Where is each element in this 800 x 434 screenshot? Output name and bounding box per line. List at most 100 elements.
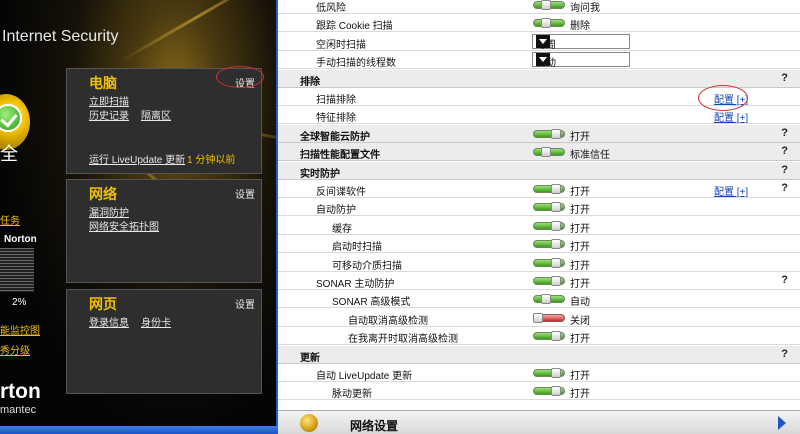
setting-toggle[interactable] xyxy=(533,312,565,323)
settings-section-header: 扫描性能配置文件 标准信任? xyxy=(278,143,800,162)
settings-row: 自动取消高级检测 关闭 xyxy=(278,308,800,327)
setting-toggle[interactable] xyxy=(533,184,565,194)
setting-value: 打开 xyxy=(570,205,590,217)
highlight-circle xyxy=(698,85,748,111)
globe-icon xyxy=(300,414,318,432)
web-settings-link[interactable]: 设置 xyxy=(235,296,255,311)
setting-toggle[interactable] xyxy=(533,0,565,10)
settings-row: 手动扫描的线程数 自动 xyxy=(278,51,800,70)
cpu-percent: 2% xyxy=(12,297,27,308)
setting-toggle[interactable] xyxy=(533,128,565,139)
settings-row: SONAR 高级模式 自动 xyxy=(278,290,800,309)
setting-label: 扫描性能配置文件 xyxy=(300,150,380,162)
network-box-title: 网络 xyxy=(89,186,117,202)
performance-meter xyxy=(0,248,34,292)
toggle-knob xyxy=(541,147,551,158)
setting-toggle[interactable] xyxy=(533,331,565,342)
setting-label: 脉动更新 xyxy=(332,389,372,401)
setting-value: 打开 xyxy=(570,260,590,272)
quarantine-link[interactable]: 隔离区 xyxy=(141,107,171,122)
settings-row: 自动 LiveUpdate 更新 打开 xyxy=(278,364,800,382)
setting-toggle[interactable] xyxy=(533,386,565,397)
settings-row: SONAR 主动防护 打开? xyxy=(278,272,800,290)
live-update-link[interactable]: 运行 LiveUpdate 更新 xyxy=(89,151,185,166)
setting-dropdown[interactable]: 自动 xyxy=(532,52,630,69)
setting-label: 自动防护 xyxy=(316,205,356,217)
toggle-knob xyxy=(551,276,561,286)
app-title: Internet Security xyxy=(2,28,119,45)
help-icon[interactable]: ? xyxy=(781,72,788,84)
setting-label: 缓存 xyxy=(332,223,352,235)
login-info-link[interactable]: 登录信息 xyxy=(89,314,129,329)
setting-label: 在我离开时取消高级检测 xyxy=(348,334,458,346)
setting-value: 询问我 xyxy=(570,3,600,14)
setting-toggle[interactable] xyxy=(533,368,565,378)
setting-label: SONAR 高级模式 xyxy=(332,297,411,309)
toggle-knob xyxy=(551,128,561,139)
setting-toggle[interactable] xyxy=(533,294,565,305)
setting-toggle[interactable] xyxy=(533,147,565,158)
setting-value: 打开 xyxy=(570,131,590,143)
setting-toggle[interactable] xyxy=(533,18,565,29)
history-link[interactable]: 历史记录 xyxy=(89,107,129,122)
taskbar xyxy=(0,426,278,434)
toggle-knob xyxy=(551,184,561,194)
rating-link[interactable]: 秀分级 xyxy=(0,342,30,357)
help-icon[interactable]: ? xyxy=(781,274,788,286)
check-icon xyxy=(0,104,22,132)
setting-value: 打开 xyxy=(570,334,590,346)
chevron-down-icon[interactable] xyxy=(536,53,550,67)
settings-row: 跟踪 Cookie 扫描 删除 xyxy=(278,14,800,33)
setting-value: 打开 xyxy=(570,187,590,198)
help-icon[interactable]: ? xyxy=(781,164,788,176)
norton-logo: rton xyxy=(0,380,41,403)
settings-section-header: 实时防护? xyxy=(278,161,800,180)
setting-toggle[interactable] xyxy=(533,239,565,250)
setting-label: 特征排除 xyxy=(316,113,356,125)
settings-row: 空闲时扫描 每周 xyxy=(278,32,800,51)
settings-row: 低风险 询问我 xyxy=(278,0,800,14)
expand-arrow-icon[interactable] xyxy=(778,416,786,430)
setting-value: 打开 xyxy=(570,279,590,290)
setting-label: 可移动介质扫描 xyxy=(332,260,402,272)
setting-label: 反间谍软件 xyxy=(316,187,366,198)
task-link[interactable]: 任务 xyxy=(0,212,20,227)
network-settings-link[interactable]: 设置 xyxy=(235,186,255,201)
setting-value: 自动 xyxy=(570,297,590,309)
setting-toggle[interactable] xyxy=(533,202,565,213)
network-settings-bar[interactable]: 网络设置 xyxy=(278,410,800,434)
help-icon[interactable]: ? xyxy=(781,145,788,157)
light-ray xyxy=(119,0,276,63)
settings-row: 可移动介质扫描 打开 xyxy=(278,253,800,272)
configure-link[interactable]: 配置 [+] xyxy=(714,109,748,124)
pc-box-title: 电脑 xyxy=(89,75,117,91)
setting-toggle[interactable] xyxy=(533,257,565,268)
setting-label: 更新 xyxy=(300,352,320,364)
help-icon[interactable]: ? xyxy=(781,127,788,139)
performance-graph-link[interactable]: 能监控图 xyxy=(0,322,40,337)
setting-label: 跟踪 Cookie 扫描 xyxy=(316,21,393,33)
settings-row: 自动防护 打开 xyxy=(278,198,800,217)
scan-now-link[interactable]: 立即扫描 xyxy=(89,93,129,108)
setting-toggle[interactable] xyxy=(533,276,565,286)
vulnerability-protection-link[interactable]: 漏洞防护 xyxy=(89,204,129,219)
network-map-link[interactable]: 网络安全拓扑图 xyxy=(89,218,159,233)
norton-main-panel: Internet Security 全 任务 Norton 2% 能监控图 秀分… xyxy=(0,0,276,434)
id-card-link[interactable]: 身份卡 xyxy=(141,314,171,329)
toggle-knob xyxy=(541,18,551,29)
setting-label: 全球智能云防护 xyxy=(300,131,370,143)
setting-label: 自动取消高级检测 xyxy=(348,315,428,327)
setting-label: 手动扫描的线程数 xyxy=(316,58,396,70)
help-icon[interactable]: ? xyxy=(781,182,788,194)
setting-toggle[interactable] xyxy=(533,220,565,231)
setting-dropdown[interactable]: 每周 xyxy=(532,33,630,51)
toggle-knob xyxy=(551,220,561,231)
chevron-down-icon[interactable] xyxy=(536,34,550,48)
norton-label: Norton xyxy=(4,234,37,245)
setting-label: 扫描排除 xyxy=(316,95,356,106)
help-icon[interactable]: ? xyxy=(781,348,788,360)
configure-link[interactable]: 配置 [+] xyxy=(714,183,748,198)
settings-row: 反间谍软件 打开 配置 [+]? xyxy=(278,180,800,198)
web-box: 网页 设置 登录信息 身份卡 xyxy=(66,289,262,394)
toggle-knob xyxy=(551,331,561,342)
